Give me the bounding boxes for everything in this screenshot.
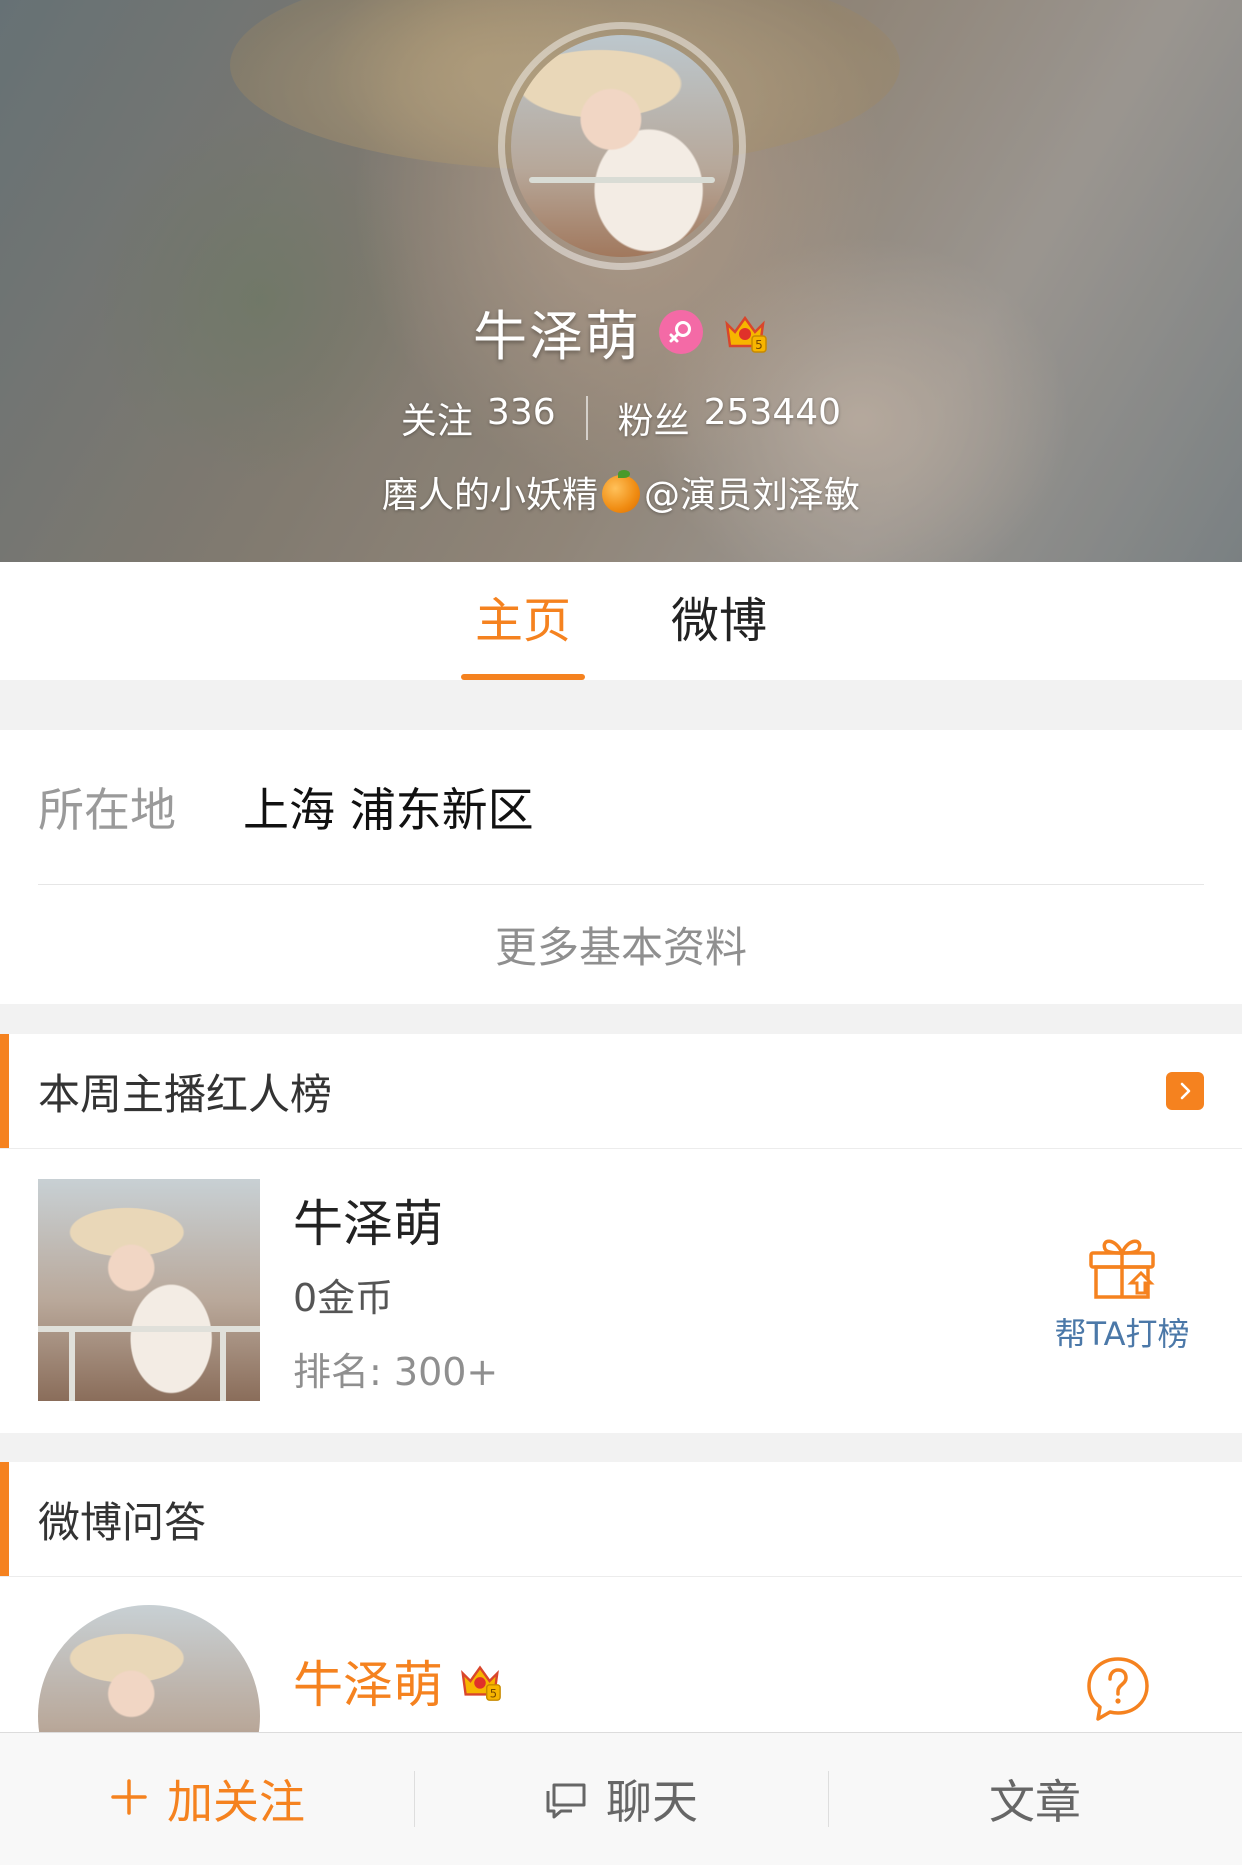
bottom-action-bar: 加关注 聊天 文章 bbox=[0, 1732, 1242, 1865]
section-accent bbox=[0, 1034, 9, 1148]
bio-mention[interactable]: @演员刘泽敏 bbox=[644, 475, 860, 516]
fans-stat[interactable]: 粉丝 253440 bbox=[618, 392, 841, 444]
ranking-position: 排名: 300+ bbox=[293, 1341, 498, 1396]
follow-button[interactable]: 加关注 bbox=[0, 1733, 414, 1865]
basic-info-card: 所在地 上海 浦东新区 更多基本资料 bbox=[0, 730, 1242, 1004]
ranking-title: 本周主播红人榜 bbox=[38, 1069, 333, 1119]
profile-avatar[interactable] bbox=[498, 22, 746, 270]
user-name: 牛泽萌 bbox=[473, 305, 641, 368]
profile-page: 牛泽萌 5 关注 336 粉丝 253440 磨人的小妖精 @演员刘泽敏 主页 … bbox=[0, 0, 1242, 1865]
profile-tabs: 主页 微博 bbox=[0, 562, 1242, 680]
qa-header: 微博问答 bbox=[0, 1462, 1242, 1577]
location-row: 所在地 上海 浦东新区 bbox=[38, 730, 1204, 885]
rank-label: 排名: bbox=[293, 1350, 382, 1394]
qa-title: 微博问答 bbox=[38, 1497, 207, 1547]
location-label: 所在地 bbox=[38, 783, 176, 837]
qa-card: 牛泽萌 5 bbox=[0, 1577, 1242, 1747]
more-info-link[interactable]: 更多基本资料 bbox=[0, 885, 1242, 1004]
plus-icon bbox=[109, 1771, 149, 1827]
bio-text: 磨人的小妖精 bbox=[381, 475, 598, 516]
section-accent bbox=[0, 1462, 9, 1576]
chevron-right-icon[interactable] bbox=[1166, 1072, 1204, 1110]
following-stat[interactable]: 关注 336 bbox=[401, 392, 556, 444]
profile-bio: 磨人的小妖精 @演员刘泽敏 bbox=[0, 466, 1242, 518]
tab-home[interactable]: 主页 bbox=[460, 562, 586, 680]
chat-button[interactable]: 聊天 bbox=[414, 1733, 828, 1865]
article-label: 文章 bbox=[989, 1775, 1081, 1829]
vip-crown-icon[interactable]: 5 bbox=[721, 308, 769, 356]
vip-crown-icon: 5 bbox=[461, 1665, 501, 1701]
svg-text:5: 5 bbox=[490, 1686, 497, 1700]
question-bubble-icon[interactable] bbox=[1084, 1655, 1152, 1723]
ranking-header[interactable]: 本周主播红人榜 bbox=[0, 1034, 1242, 1149]
follow-label: 加关注 bbox=[167, 1775, 305, 1829]
avatar-image bbox=[511, 35, 733, 257]
female-icon bbox=[659, 309, 703, 354]
gift-icon bbox=[1089, 1239, 1155, 1299]
orange-emoji-icon bbox=[602, 470, 640, 513]
following-label: 关注 bbox=[400, 401, 473, 442]
svg-text:5: 5 bbox=[755, 338, 763, 352]
help-rank-label: 帮TA打榜 bbox=[1054, 1315, 1190, 1353]
article-button[interactable]: 文章 bbox=[828, 1733, 1242, 1865]
fans-label: 粉丝 bbox=[617, 401, 690, 442]
chat-label: 聊天 bbox=[606, 1775, 698, 1829]
rank-value: 300+ bbox=[393, 1350, 499, 1394]
qa-name[interactable]: 牛泽萌 bbox=[293, 1645, 443, 1717]
chat-icon bbox=[546, 1783, 586, 1819]
stats-divider bbox=[585, 396, 588, 440]
help-rank-button[interactable]: 帮TA打榜 bbox=[1052, 1229, 1192, 1355]
ranking-card: 牛泽萌 0金币 排名: 300+ 帮TA打榜 bbox=[0, 1149, 1242, 1433]
profile-cover: 牛泽萌 5 关注 336 粉丝 253440 磨人的小妖精 @演员刘泽敏 bbox=[0, 0, 1242, 562]
tab-weibo[interactable]: 微博 bbox=[657, 562, 781, 680]
following-count: 336 bbox=[486, 392, 556, 433]
ranking-coins: 0金币 bbox=[293, 1276, 394, 1320]
ranking-name: 牛泽萌 bbox=[293, 1195, 443, 1253]
location-value: 上海 浦东新区 bbox=[243, 783, 534, 837]
fans-count: 253440 bbox=[703, 392, 842, 433]
follow-stats: 关注 336 粉丝 253440 bbox=[0, 392, 1242, 444]
ranking-thumbnail[interactable] bbox=[38, 1179, 260, 1401]
name-row: 牛泽萌 5 bbox=[0, 292, 1242, 371]
qa-avatar[interactable] bbox=[38, 1605, 260, 1747]
qa-name-row: 牛泽萌 5 bbox=[293, 1645, 503, 1717]
